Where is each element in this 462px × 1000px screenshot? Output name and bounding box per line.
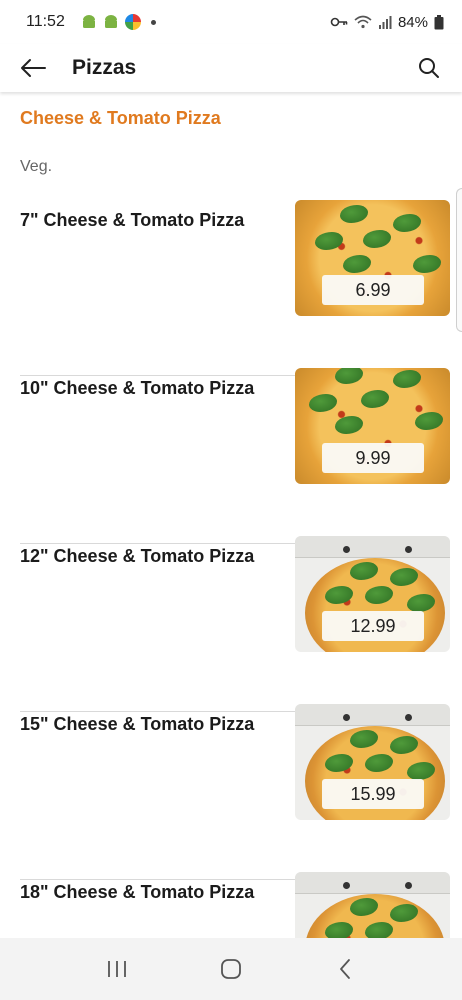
scroll-indicator[interactable] bbox=[456, 188, 462, 332]
signal-icon bbox=[378, 16, 392, 29]
vpn-key-icon bbox=[330, 17, 348, 27]
back-icon bbox=[340, 959, 350, 979]
wifi-icon bbox=[354, 15, 372, 29]
android-icon bbox=[104, 15, 117, 28]
price-tag: 15.99 bbox=[322, 779, 424, 809]
recents-button[interactable] bbox=[97, 949, 137, 989]
menu-item[interactable]: 12" Cheese & Tomato Pizza 12.99 bbox=[20, 536, 450, 712]
dot-icon bbox=[150, 19, 156, 25]
menu-item[interactable]: 10" Cheese & Tomato Pizza 9.99 bbox=[20, 368, 450, 544]
price-tag: 9.99 bbox=[322, 443, 424, 473]
price-tag: 12.99 bbox=[322, 611, 424, 641]
menu-item[interactable]: 18" Cheese & Tomato Pizza bbox=[20, 872, 450, 938]
section-title: Cheese & Tomato Pizza bbox=[20, 108, 221, 128]
category-label: Veg. bbox=[20, 158, 53, 175]
item-name: 18" Cheese & Tomato Pizza bbox=[20, 882, 255, 902]
page-title: Pizzas bbox=[72, 56, 137, 79]
status-time: 11:52 bbox=[26, 13, 65, 30]
menu-item[interactable]: 15" Cheese & Tomato Pizza 15.99 bbox=[20, 704, 450, 880]
menu-item[interactable]: 7" Cheese & Tomato Pizza 6.99 bbox=[20, 200, 450, 376]
item-image[interactable] bbox=[295, 872, 450, 938]
recents-icon bbox=[108, 961, 126, 977]
item-image[interactable]: 15.99 bbox=[295, 704, 450, 820]
price-tag: 6.99 bbox=[322, 275, 424, 305]
back-button[interactable] bbox=[18, 53, 48, 83]
app-bar: Pizzas bbox=[0, 44, 462, 92]
item-name: 15" Cheese & Tomato Pizza bbox=[20, 714, 255, 734]
app-icon bbox=[124, 14, 141, 30]
battery-icon bbox=[434, 14, 444, 29]
system-nav-bar bbox=[0, 938, 462, 1000]
nav-back-button[interactable] bbox=[325, 949, 365, 989]
screen: 11:52 84% Pizzas Cheese & Tomato Pizza V… bbox=[0, 0, 462, 1000]
search-icon bbox=[419, 58, 439, 78]
status-bar: 11:52 84% bbox=[0, 0, 462, 44]
battery-percent: 84% bbox=[397, 13, 428, 31]
item-image[interactable]: 9.99 bbox=[295, 368, 450, 484]
android-icon bbox=[82, 15, 95, 28]
item-image[interactable]: 6.99 bbox=[295, 200, 450, 316]
item-name: 12" Cheese & Tomato Pizza bbox=[20, 546, 255, 566]
home-icon bbox=[221, 959, 241, 979]
home-button[interactable] bbox=[211, 949, 251, 989]
pizza-image bbox=[295, 872, 450, 938]
item-name: 7" Cheese & Tomato Pizza bbox=[20, 210, 245, 230]
item-image[interactable]: 12.99 bbox=[295, 536, 450, 652]
arrow-left-icon bbox=[21, 59, 46, 77]
search-button[interactable] bbox=[414, 53, 444, 83]
menu-list: Cheese & Tomato Pizza Veg. 7" Cheese & T… bbox=[0, 92, 462, 938]
item-name: 10" Cheese & Tomato Pizza bbox=[20, 378, 255, 398]
